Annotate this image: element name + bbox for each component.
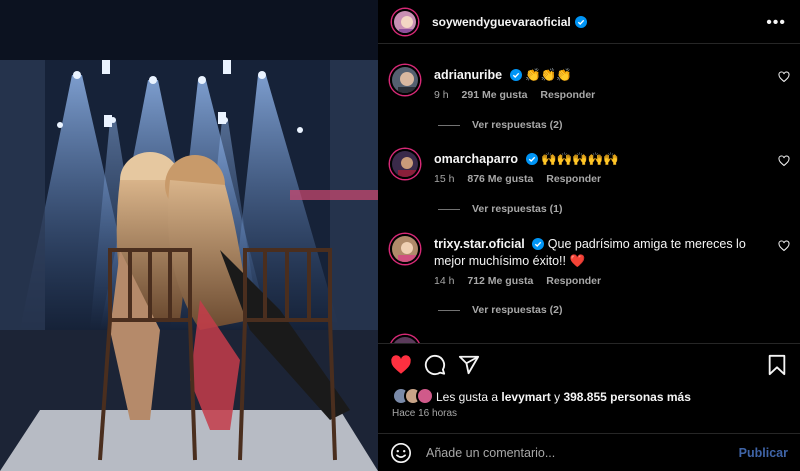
comment-time: 9 h [434,89,449,101]
reply-button[interactable]: Responder [546,173,601,185]
comment-text: 🙌🙌🙌🙌🙌 [541,152,619,166]
likes-summary[interactable]: Les gusta a levymart y 398.855 personas … [392,386,691,408]
publish-button[interactable]: Publicar [739,446,788,460]
comment-heart-icon[interactable] [778,240,790,252]
likes-connector: y [554,390,561,404]
comment-avatar[interactable] [390,234,420,264]
add-comment-bar: Publicar [378,433,800,471]
bookmark-icon[interactable] [766,354,788,376]
like-heart-icon[interactable] [390,354,412,376]
post-photo[interactable] [0,0,378,471]
post-actions-bar [378,343,800,383]
comment-likes[interactable]: 712 Me gusta [467,275,533,287]
author-avatar[interactable] [392,8,418,35]
concert-stage-image [0,0,378,471]
comment-avatar[interactable] [390,335,420,343]
verified-badge-icon [525,153,538,165]
comment-text: 👏👏👏 [525,68,572,82]
likes-prefix: Les gusta a [436,390,499,404]
verified-badge-icon [574,15,587,28]
comments-list: adrianuribe 👏👏👏 9 h 291 Me gusta Respond… [378,45,800,343]
liker-avatar [416,387,434,405]
liker-avatars [392,387,434,407]
liker-username[interactable]: levymart [501,390,550,404]
likes-count[interactable]: 398.855 personas más [563,390,690,404]
reply-button[interactable]: Responder [546,275,601,287]
author-username[interactable]: soywendyguevaraoficial [432,15,571,29]
comment-heart-icon[interactable] [778,71,790,83]
more-options-icon[interactable]: ••• [766,14,786,32]
comment-meta: 14 h 712 Me gusta Responder [434,275,611,287]
verified-badge-icon [509,69,522,81]
comment-icon[interactable] [424,354,446,376]
post-sidebar: soywendyguevaraoficial ••• adrianuribe 👏… [378,0,800,471]
comment-username[interactable]: trixy.star.oficial [434,237,525,251]
verified-badge-icon [532,238,545,250]
comment-heart-icon[interactable] [778,155,790,167]
post-header: soywendyguevaraoficial ••• [378,0,800,44]
comment-likes[interactable]: 876 Me gusta [467,173,533,185]
comment-username[interactable]: adrianuribe [434,68,502,82]
comment-avatar[interactable] [390,149,420,179]
comment-time: 14 h [434,275,455,287]
comment-meta: 15 h 876 Me gusta Responder [434,173,611,185]
comment-avatar[interactable] [390,65,420,95]
comment-username[interactable]: omarchaparro [434,152,518,166]
share-icon[interactable] [458,354,480,376]
view-replies-button[interactable]: Ver respuestas (1) [438,203,562,215]
comment-time: 15 h [434,173,455,185]
view-replies-button[interactable]: Ver respuestas (2) [438,304,562,316]
post-timestamp: Hace 16 horas [392,408,458,419]
comment-likes[interactable]: 291 Me gusta [462,89,528,101]
reply-button[interactable]: Responder [540,89,595,101]
view-replies-button[interactable]: Ver respuestas (2) [438,119,562,131]
emoji-icon[interactable] [390,442,412,464]
comment-meta: 9 h 291 Me gusta Responder [434,89,605,101]
comment-input[interactable] [426,445,726,460]
